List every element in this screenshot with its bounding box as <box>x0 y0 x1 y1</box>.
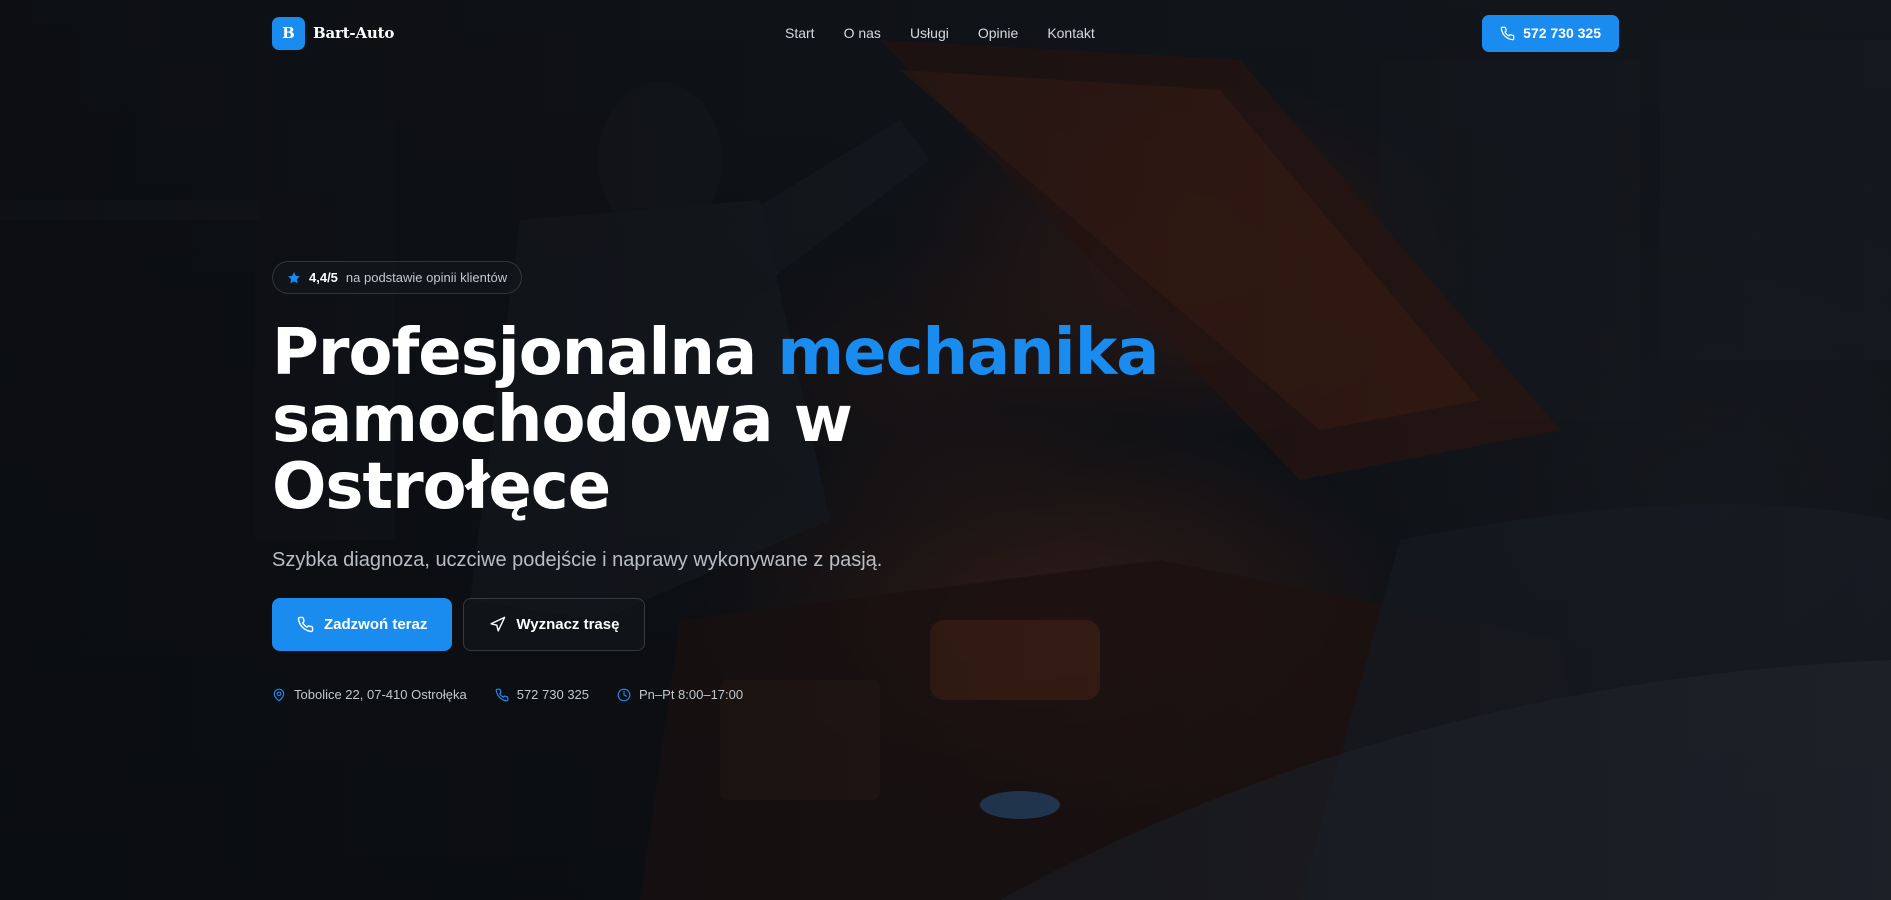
contact-info-row: Tobolice 22, 07-410 Ostrołęka 572 730 32… <box>272 687 1172 702</box>
nav-link-about[interactable]: O nas <box>844 25 881 41</box>
phone-text: 572 730 325 <box>516 687 590 702</box>
nav-phone-button[interactable]: 572 730 325 <box>1482 14 1619 52</box>
hero-buttons: Zadzwoń teraz Wyznacz trasę <box>272 598 1172 651</box>
nav-link-services[interactable]: Usługi <box>910 25 949 41</box>
get-directions-button[interactable]: Wyznacz trasę <box>463 598 646 651</box>
phone-icon <box>297 616 314 633</box>
phone-icon <box>495 688 509 702</box>
nav-phone-label: 572 730 325 <box>1523 25 1601 41</box>
call-now-button[interactable]: Zadzwoń teraz <box>272 598 453 651</box>
phone-icon <box>1500 26 1515 41</box>
headline-part-2: samochodowa w <box>272 383 853 457</box>
hours-info: Pn–Pt 8:00–17:00 <box>617 687 743 702</box>
headline-part-1: Profesjonalna <box>272 316 778 390</box>
hero-content: 4,4/5 na podstawie opinii klientów Profe… <box>272 261 1172 702</box>
hero-subheading: Szybka diagnoza, uczciwe podejście i nap… <box>272 549 883 571</box>
nav-link-start[interactable]: Start <box>785 25 815 41</box>
top-navigation: B Bart-Auto Start O nas Usługi Opinie Ko… <box>272 14 1619 52</box>
phone-info[interactable]: 572 730 325 <box>495 687 589 702</box>
rating-text: na podstawie opinii klientów <box>345 270 508 285</box>
rating-score: 4,4/5 <box>309 270 338 285</box>
address-info: Tobolice 22, 07-410 Ostrołęka <box>272 687 467 702</box>
hero-headline: Profesjonalna mechanika samochodowa w Os… <box>272 320 1172 521</box>
headline-accent: mechanika <box>777 316 1159 390</box>
address-text: Tobolice 22, 07-410 Ostrołęka <box>294 687 467 702</box>
brand-logo-link[interactable]: B Bart-Auto <box>272 16 395 50</box>
get-directions-label: Wyznacz trasę <box>516 616 620 633</box>
nav-link-reviews[interactable]: Opinie <box>978 25 1018 41</box>
headline-part-3: Ostrołęce <box>272 450 611 524</box>
clock-icon <box>617 688 631 702</box>
brand-logo-mark: B <box>272 16 305 50</box>
call-now-label: Zadzwoń teraz <box>324 616 428 633</box>
rating-badge: 4,4/5 na podstawie opinii klientów <box>272 261 523 294</box>
map-pin-icon <box>272 688 286 702</box>
nav-link-contact[interactable]: Kontakt <box>1047 25 1094 41</box>
star-icon <box>287 271 301 285</box>
nav-links: Start O nas Usługi Opinie Kontakt <box>785 25 1095 41</box>
hours-text: Pn–Pt 8:00–17:00 <box>639 687 744 702</box>
hero-section: B Bart-Auto Start O nas Usługi Opinie Ko… <box>0 0 1891 900</box>
brand-name: Bart-Auto <box>313 24 395 42</box>
navigation-arrow-icon <box>489 616 506 633</box>
